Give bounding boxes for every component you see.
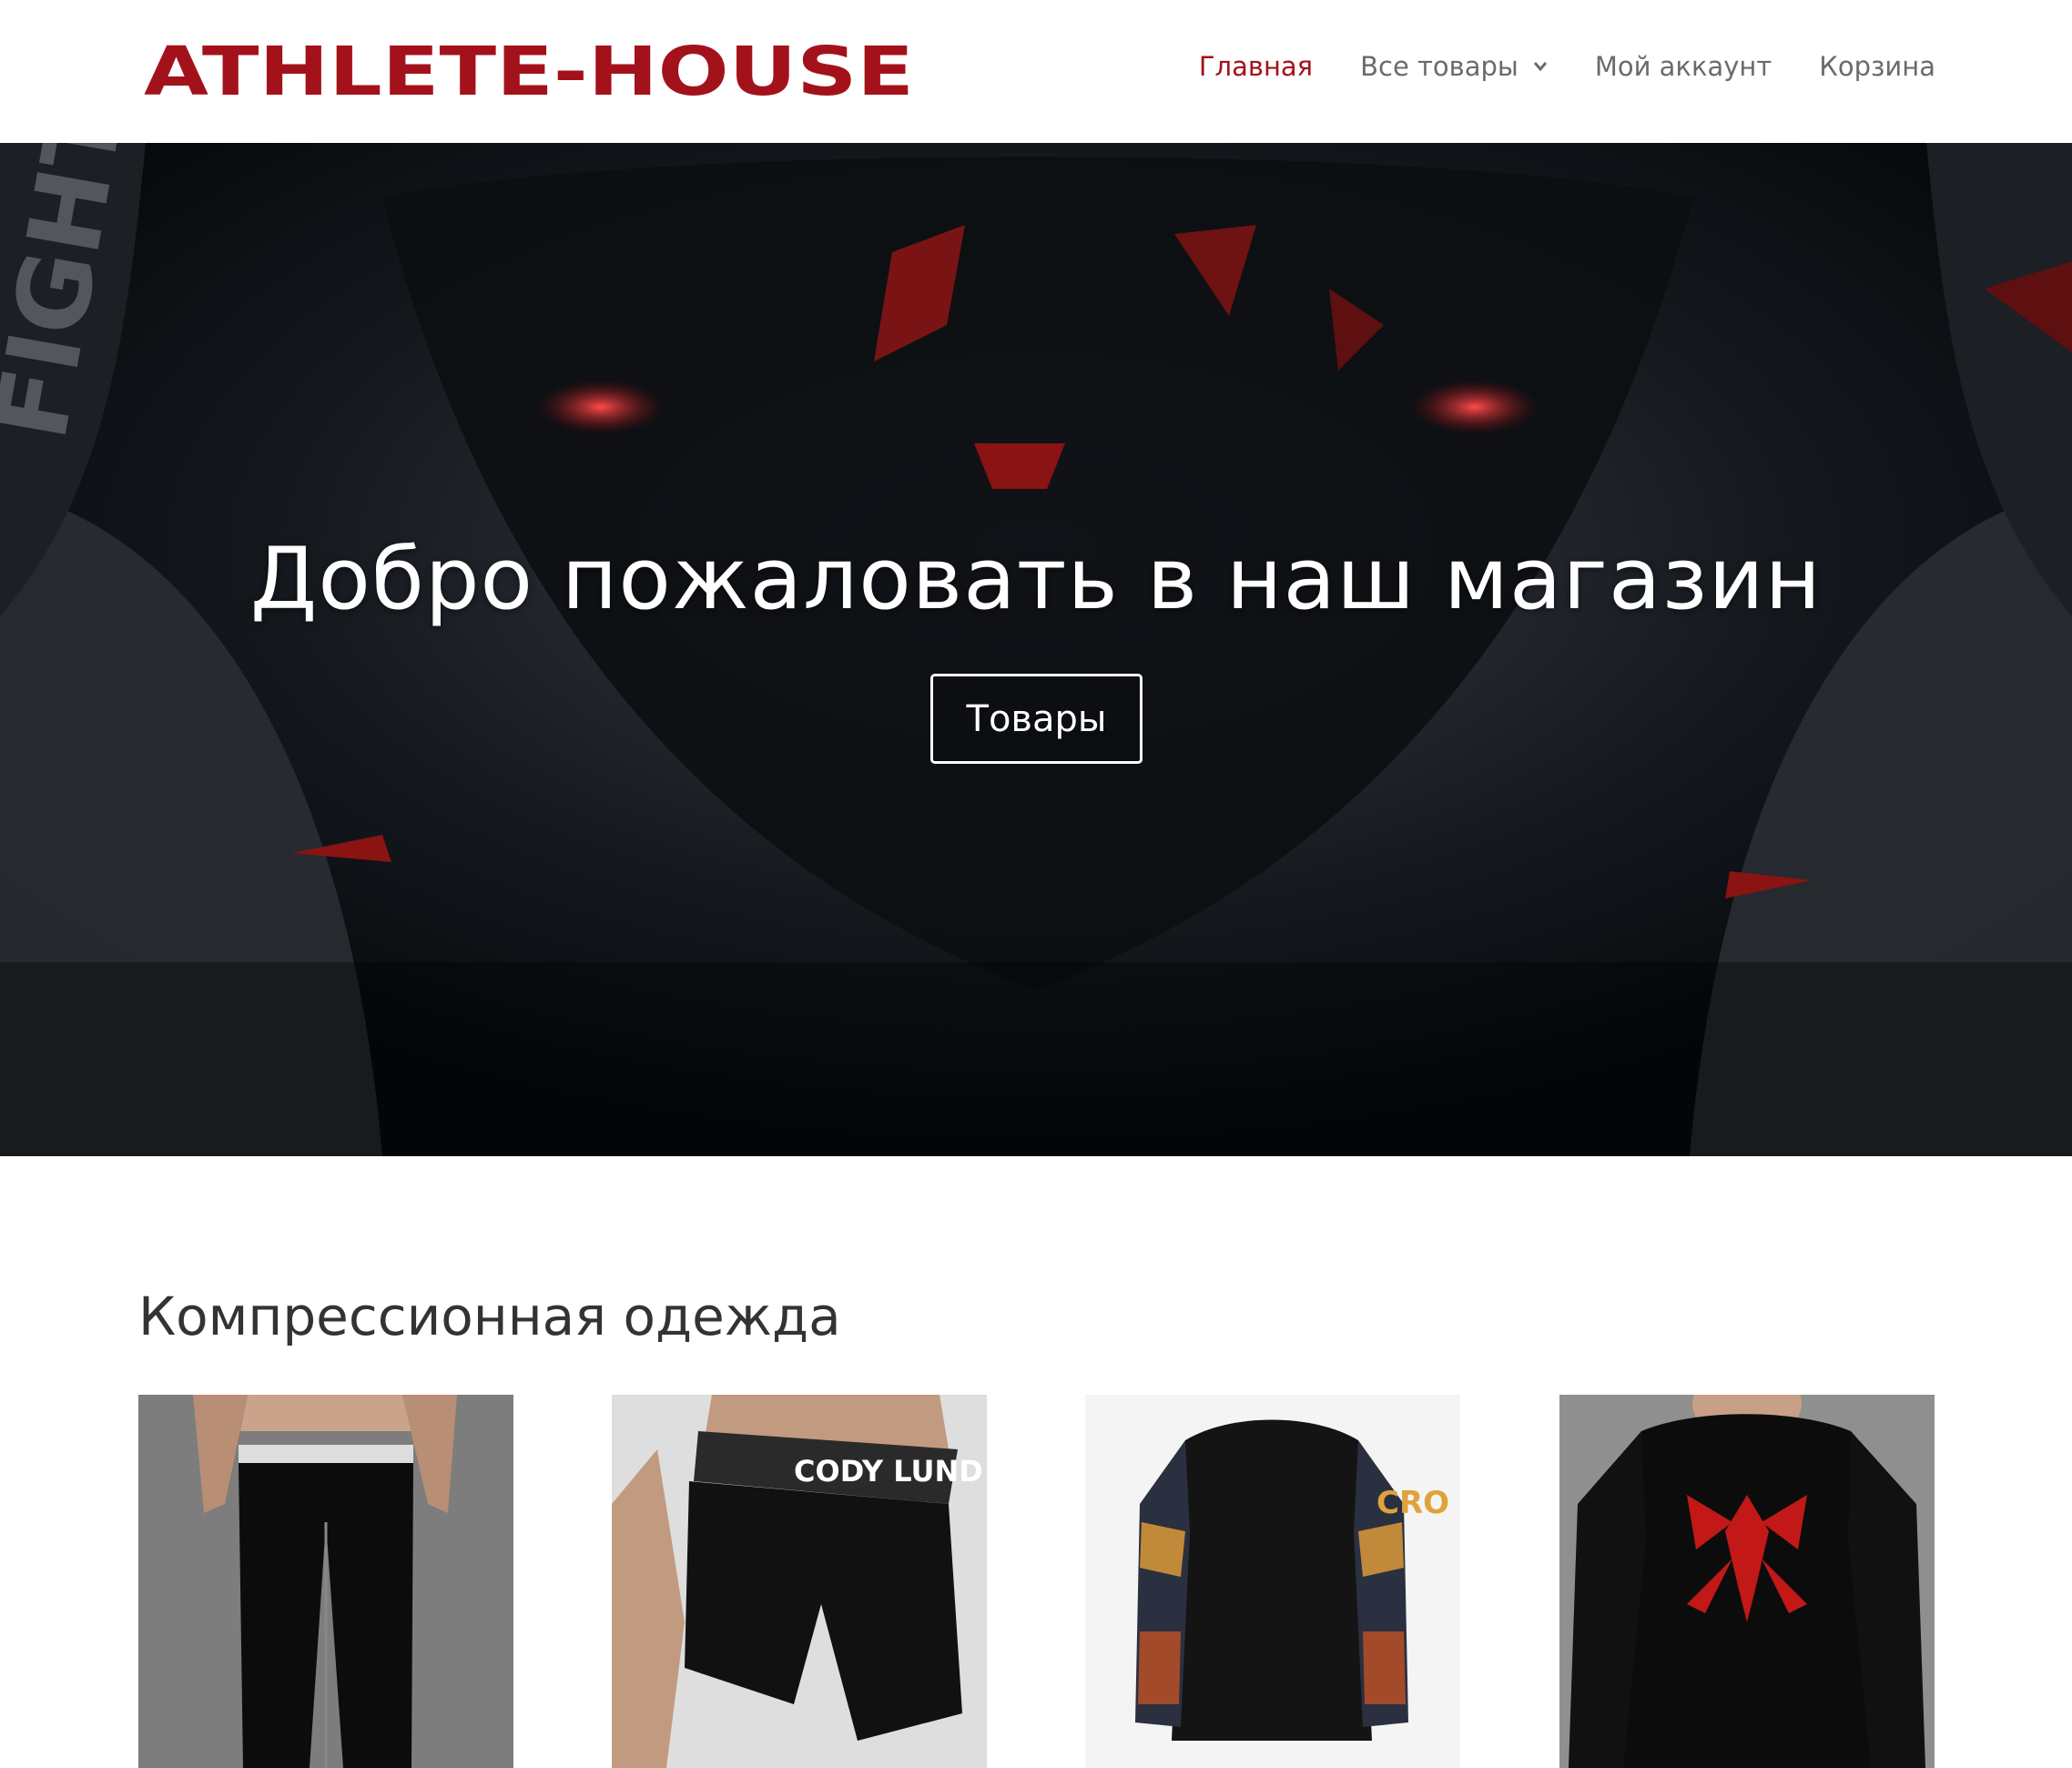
nav-item-all-products-label: Все товары — [1360, 51, 1518, 82]
product-image-shorts: CODY LUND — [612, 1395, 987, 1768]
site-logo[interactable]: ATHLETE-HOUSE — [144, 38, 914, 102]
product-card-leggings[interactable] — [138, 1395, 513, 1768]
product-image-rashguard: CRO — [1085, 1395, 1460, 1768]
logo-wordmark: ATHLETE-HOUSE — [144, 38, 914, 102]
svg-text:CODY LUND: CODY LUND — [794, 1454, 983, 1489]
chevron-down-icon — [1533, 62, 1547, 72]
svg-text:ATHLETE-HOUSE: ATHLETE-HOUSE — [144, 38, 914, 102]
nav-item-my-account[interactable]: Мой аккаунт — [1595, 51, 1772, 82]
products-button[interactable]: Товары — [930, 674, 1143, 764]
product-card-spider-shirt[interactable] — [1559, 1395, 1935, 1768]
main-nav: Главная Все товары Мой аккаунт Корзина — [1199, 51, 1935, 82]
svg-text:CRO: CRO — [1376, 1485, 1449, 1521]
product-image-spider-shirt — [1559, 1395, 1935, 1768]
section-title: Компрессионная одежда — [138, 1285, 841, 1347]
nav-item-all-products[interactable]: Все товары — [1360, 51, 1548, 82]
hero-banner: FIGHT Добро пожаловать в наш магазин Тов… — [0, 143, 2072, 1156]
product-card-shorts[interactable]: CODY LUND — [612, 1395, 987, 1768]
nav-item-cart[interactable]: Корзина — [1819, 51, 1935, 82]
nav-item-home[interactable]: Главная — [1199, 51, 1313, 82]
site-header: ATHLETE-HOUSE Главная Все товары Мой акк… — [0, 0, 2072, 143]
hero-background-image: FIGHT — [0, 143, 2072, 1156]
product-image-leggings — [138, 1395, 513, 1768]
product-card-rashguard[interactable]: CRO — [1085, 1395, 1460, 1768]
hero-title: Добро пожаловать в наш магазин — [249, 530, 1823, 629]
